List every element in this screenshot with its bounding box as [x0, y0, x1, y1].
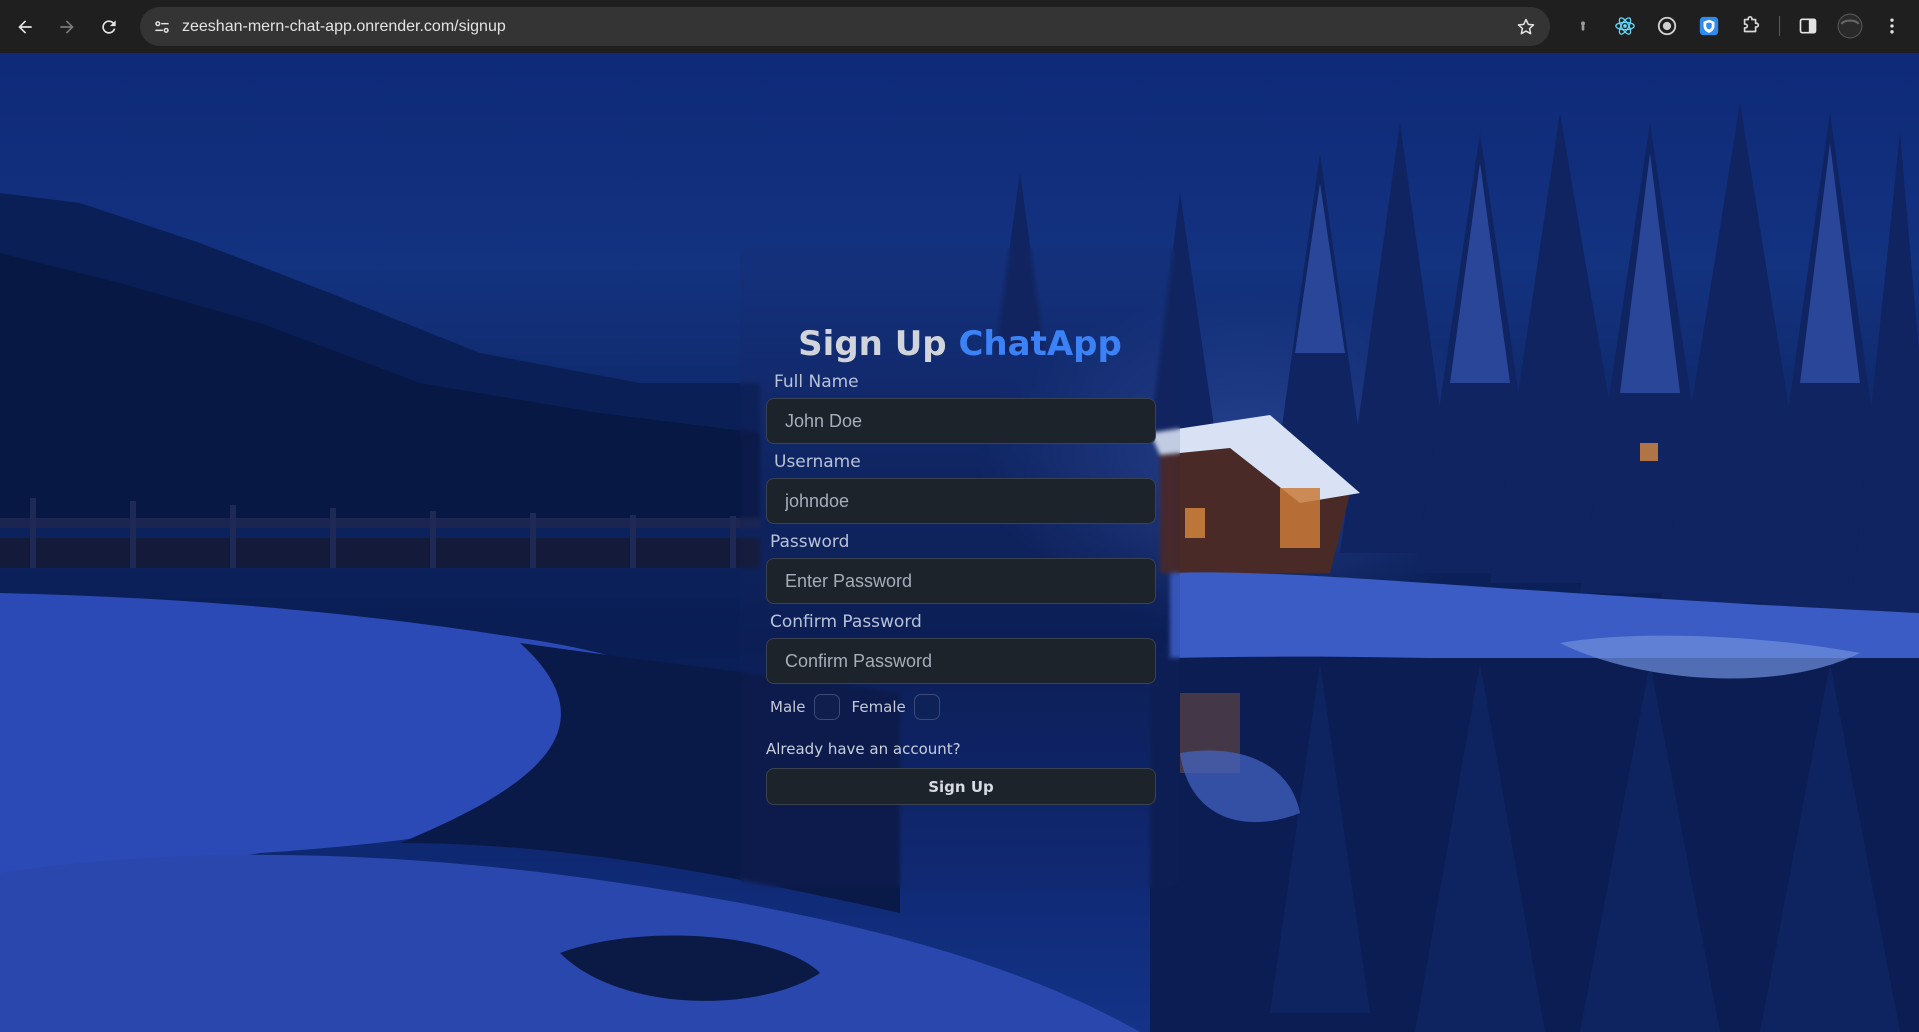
- address-bar[interactable]: zeeshan-mern-chat-app.onrender.com/signu…: [140, 7, 1550, 46]
- bookmark-star-icon[interactable]: [1512, 13, 1540, 41]
- title-prefix: Sign Up: [798, 324, 947, 364]
- gender-male-checkbox[interactable]: [813, 694, 840, 720]
- reload-icon: [102, 19, 116, 34]
- username-label: Username: [774, 452, 861, 472]
- record-icon[interactable]: [1649, 8, 1685, 44]
- password-label: Password: [770, 532, 850, 552]
- back-button[interactable]: [4, 6, 46, 48]
- login-link[interactable]: Already have an account?: [766, 740, 1154, 758]
- forward-button[interactable]: [46, 6, 88, 48]
- shield-extension-icon[interactable]: [1691, 8, 1727, 44]
- browser-toolbar: zeeshan-mern-chat-app.onrender.com/signu…: [0, 0, 1919, 53]
- site-info-icon[interactable]: [144, 11, 180, 43]
- url-text[interactable]: zeeshan-mern-chat-app.onrender.com/signu…: [182, 18, 506, 36]
- fullname-input[interactable]: [766, 398, 1156, 444]
- gender-male-label: Male: [770, 698, 806, 716]
- reload-button[interactable]: [88, 6, 130, 48]
- page-title: Sign Up ChatApp: [766, 324, 1154, 364]
- gender-female-label: Female: [851, 698, 906, 716]
- side-panel-icon[interactable]: [1790, 8, 1826, 44]
- password-input[interactable]: [766, 558, 1156, 604]
- signup-button[interactable]: Sign Up: [766, 768, 1156, 805]
- pin-icon[interactable]: [1565, 8, 1601, 44]
- fullname-label: Full Name: [774, 372, 859, 392]
- toolbar-separator: [1779, 16, 1780, 36]
- confirm-password-input[interactable]: [766, 638, 1156, 684]
- username-input[interactable]: [766, 478, 1156, 524]
- confirm-password-label: Confirm Password: [770, 612, 922, 632]
- arrow-right-icon: [60, 19, 74, 34]
- brand-name: ChatApp: [958, 324, 1122, 364]
- signup-form: Full Name Username Password Confirm Pass…: [766, 364, 1156, 805]
- profile-avatar[interactable]: [1832, 8, 1868, 44]
- arrow-left-icon: [18, 19, 32, 34]
- react-devtools-icon[interactable]: [1607, 8, 1643, 44]
- signup-card: Sign Up ChatApp Full Name Username Passw…: [740, 248, 1180, 888]
- gender-selector: Male Female: [766, 694, 1154, 720]
- puzzle-icon[interactable]: [1733, 8, 1769, 44]
- gender-female-checkbox[interactable]: [913, 694, 940, 720]
- menu-dots-icon[interactable]: [1874, 8, 1910, 44]
- page-background: Sign Up ChatApp Full Name Username Passw…: [0, 53, 1919, 1032]
